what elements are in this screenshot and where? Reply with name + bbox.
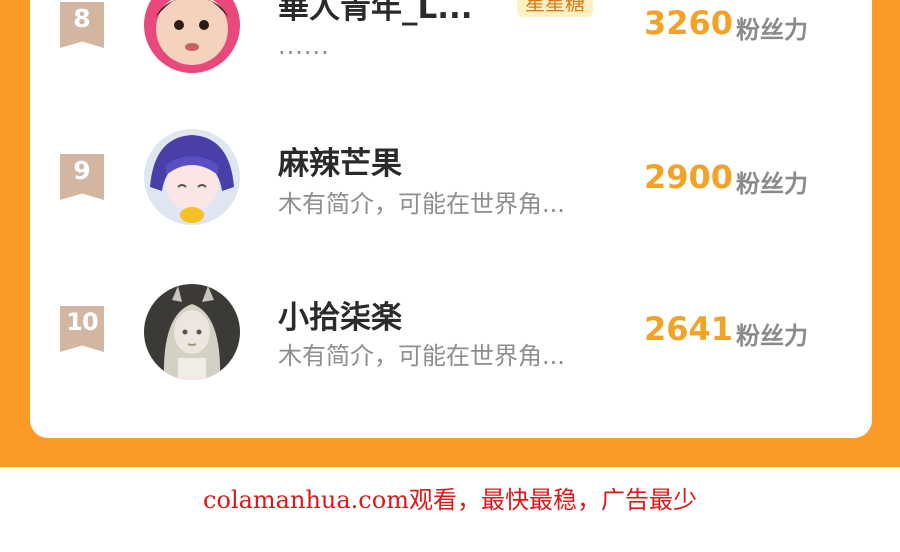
rank-number: 9 — [73, 156, 91, 185]
user-name[interactable]: 華人青年_L... — [278, 0, 473, 27]
list-item[interactable]: 8 華人青年_L... 星星糖 ...... 3260 粉丝力 — [30, 0, 872, 90]
user-description: ...... — [278, 32, 330, 60]
list-item[interactable]: 10 小拾柒楽 木有简介，可能在世界角... 2641 粉丝力 — [30, 284, 872, 394]
fans-unit: 粉丝力 — [736, 322, 808, 350]
rank-number: 10 — [66, 308, 98, 336]
fans-value: 2900 — [644, 158, 734, 196]
avatar[interactable] — [144, 129, 240, 225]
user-name[interactable]: 麻辣芒果 — [278, 138, 402, 183]
rank-ribbon-icon: 10 — [60, 306, 104, 352]
fans-value: 3260 — [644, 4, 734, 42]
rank-ribbon-icon: 9 — [60, 154, 104, 200]
user-tag-badge: 星星糖 — [517, 0, 593, 17]
user-name[interactable]: 小拾柒楽 — [278, 292, 402, 337]
fans-unit: 粉丝力 — [736, 16, 808, 44]
fans-unit: 粉丝力 — [736, 170, 808, 198]
avatar[interactable] — [144, 284, 240, 380]
rank-number: 8 — [73, 4, 91, 33]
avatar[interactable] — [144, 0, 240, 73]
fans-value: 2641 — [644, 310, 734, 348]
rank-ribbon-icon: 8 — [60, 2, 104, 48]
user-description: 木有简介，可能在世界角... — [278, 190, 565, 218]
list-item[interactable]: 9 麻辣芒果 木有简介，可能在世界角... 2900 粉丝力 — [30, 129, 872, 242]
watermark-footer: colamanhua.com观看，最快最稳，广告最少 — [203, 486, 697, 514]
user-description: 木有简介，可能在世界角... — [278, 342, 565, 370]
